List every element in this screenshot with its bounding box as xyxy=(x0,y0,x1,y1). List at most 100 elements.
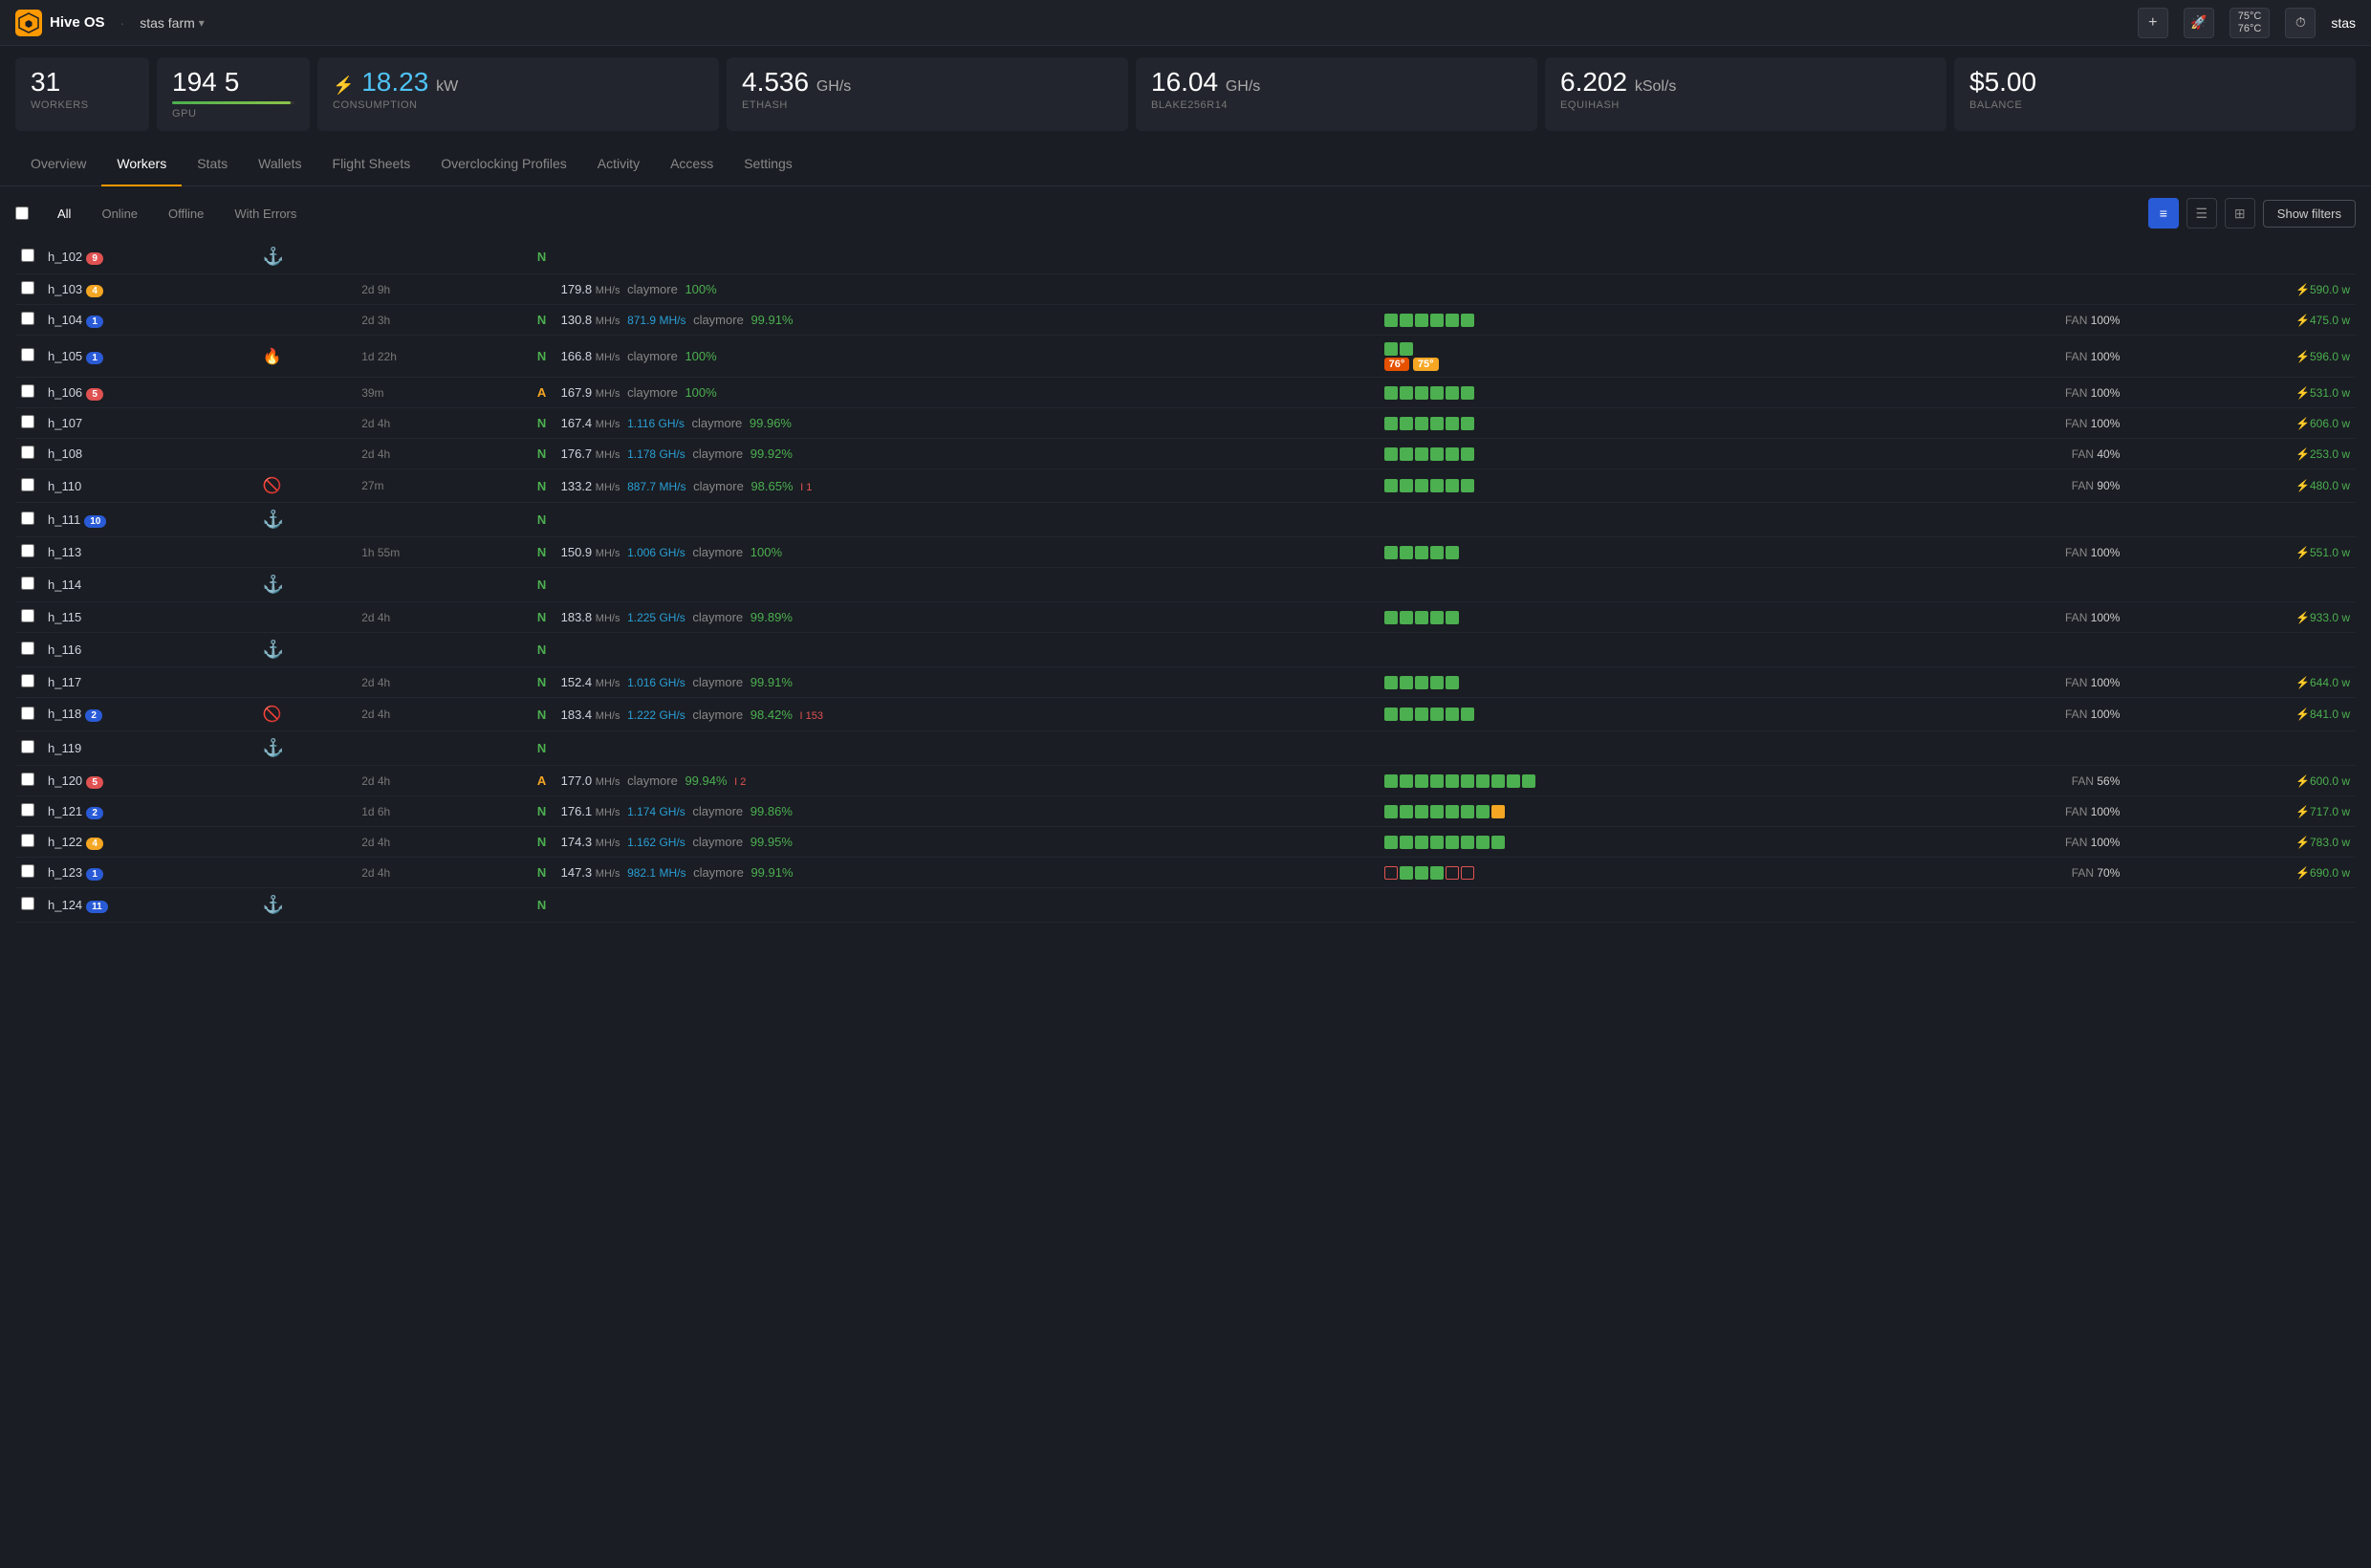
nav-settings[interactable]: Settings xyxy=(729,142,808,186)
table-row[interactable]: h_108 2d 4h N 176.7 MH/s 1.178 GH/s clay… xyxy=(15,439,2356,469)
worker-name[interactable]: h_119 xyxy=(48,741,81,755)
nav-wallets[interactable]: Wallets xyxy=(243,142,316,186)
worker-name[interactable]: h_103 xyxy=(48,282,82,296)
nav-stats[interactable]: Stats xyxy=(182,142,243,186)
filter-offline[interactable]: Offline xyxy=(155,201,217,227)
row-checkbox[interactable] xyxy=(21,834,34,847)
worker-name[interactable]: h_113 xyxy=(48,545,81,559)
row-checkbox-cell[interactable] xyxy=(15,378,42,408)
table-row[interactable]: h_1065 39m A 167.9 MH/s claymore 100% FA… xyxy=(15,378,2356,408)
row-checkbox[interactable] xyxy=(21,384,34,398)
row-checkbox[interactable] xyxy=(21,478,34,491)
row-checkbox[interactable] xyxy=(21,864,34,878)
worker-name[interactable]: h_105 xyxy=(48,349,82,363)
table-row[interactable]: h_1224 2d 4h N 174.3 MH/s 1.162 GH/s cla… xyxy=(15,827,2356,858)
worker-name[interactable]: h_121 xyxy=(48,804,82,818)
row-checkbox[interactable] xyxy=(21,740,34,753)
worker-name[interactable]: h_122 xyxy=(48,835,82,849)
row-checkbox[interactable] xyxy=(21,415,34,428)
row-checkbox-cell[interactable] xyxy=(15,274,42,305)
nav-workers[interactable]: Workers xyxy=(101,142,182,186)
row-checkbox-cell[interactable] xyxy=(15,698,42,731)
worker-name[interactable]: h_124 xyxy=(48,898,82,912)
row-checkbox[interactable] xyxy=(21,803,34,817)
table-row[interactable]: h_1051 🔥 1d 22h N 166.8 MH/s claymore 10… xyxy=(15,336,2356,378)
table-row[interactable]: h_1231 2d 4h N 147.3 MH/s 982.1 MH/s cla… xyxy=(15,858,2356,888)
row-checkbox-cell[interactable] xyxy=(15,667,42,698)
table-row[interactable]: h_114 ⚓ N xyxy=(15,568,2356,602)
row-checkbox-cell[interactable] xyxy=(15,469,42,503)
row-checkbox[interactable] xyxy=(21,348,34,361)
row-checkbox-cell[interactable] xyxy=(15,602,42,633)
row-checkbox-cell[interactable] xyxy=(15,568,42,602)
row-checkbox-cell[interactable] xyxy=(15,305,42,336)
show-filters-button[interactable]: Show filters xyxy=(2263,200,2356,228)
add-button[interactable]: + xyxy=(2138,8,2168,38)
table-row[interactable]: h_113 1h 55m N 150.9 MH/s 1.006 GH/s cla… xyxy=(15,537,2356,568)
table-row[interactable]: h_110 🚫 27m N 133.2 MH/s 887.7 MH/s clay… xyxy=(15,469,2356,503)
filter-all[interactable]: All xyxy=(44,201,84,227)
worker-name[interactable]: h_111 xyxy=(48,512,80,527)
worker-name[interactable]: h_106 xyxy=(48,385,82,400)
farm-name[interactable]: stas farm ▾ xyxy=(140,15,205,31)
filter-online[interactable]: Online xyxy=(88,201,151,227)
row-checkbox-cell[interactable] xyxy=(15,731,42,766)
row-checkbox[interactable] xyxy=(21,512,34,525)
worker-name[interactable]: h_102 xyxy=(48,250,82,264)
table-row[interactable]: h_11110 ⚓ N xyxy=(15,503,2356,537)
view-list-compact[interactable]: ☰ xyxy=(2186,198,2217,229)
row-checkbox[interactable] xyxy=(21,249,34,262)
row-checkbox[interactable] xyxy=(21,707,34,720)
row-checkbox-cell[interactable] xyxy=(15,858,42,888)
clock-button[interactable]: ⏱ xyxy=(2285,8,2316,38)
row-checkbox[interactable] xyxy=(21,281,34,294)
row-checkbox-cell[interactable] xyxy=(15,408,42,439)
row-checkbox-cell[interactable] xyxy=(15,633,42,667)
row-checkbox-cell[interactable] xyxy=(15,766,42,796)
row-checkbox-cell[interactable] xyxy=(15,439,42,469)
row-checkbox[interactable] xyxy=(21,642,34,655)
user-name[interactable]: stas xyxy=(2331,15,2356,31)
row-checkbox[interactable] xyxy=(21,446,34,459)
worker-name[interactable]: h_110 xyxy=(48,479,81,493)
table-row[interactable]: h_117 2d 4h N 152.4 MH/s 1.016 GH/s clay… xyxy=(15,667,2356,698)
row-checkbox-cell[interactable] xyxy=(15,336,42,378)
nav-activity[interactable]: Activity xyxy=(582,142,655,186)
nav-flight-sheets[interactable]: Flight Sheets xyxy=(317,142,426,186)
row-checkbox[interactable] xyxy=(21,773,34,786)
worker-name[interactable]: h_120 xyxy=(48,773,82,788)
row-checkbox[interactable] xyxy=(21,544,34,557)
worker-name[interactable]: h_123 xyxy=(48,865,82,880)
table-row[interactable]: h_119 ⚓ N xyxy=(15,731,2356,766)
rocket-button[interactable]: 🚀 xyxy=(2184,8,2214,38)
worker-name[interactable]: h_104 xyxy=(48,313,82,327)
view-list-detailed[interactable]: ≡ xyxy=(2148,198,2179,229)
view-grid[interactable]: ⊞ xyxy=(2225,198,2255,229)
nav-access[interactable]: Access xyxy=(655,142,729,186)
worker-name[interactable]: h_107 xyxy=(48,416,82,430)
filter-errors[interactable]: With Errors xyxy=(221,201,310,227)
row-checkbox-cell[interactable] xyxy=(15,503,42,537)
table-row[interactable]: h_115 2d 4h N 183.8 MH/s 1.225 GH/s clay… xyxy=(15,602,2356,633)
nav-overview[interactable]: Overview xyxy=(15,142,101,186)
worker-name[interactable]: h_114 xyxy=(48,577,81,592)
table-row[interactable]: h_1212 1d 6h N 176.1 MH/s 1.174 GH/s cla… xyxy=(15,796,2356,827)
row-checkbox-cell[interactable] xyxy=(15,888,42,923)
row-checkbox-cell[interactable] xyxy=(15,537,42,568)
row-checkbox-cell[interactable] xyxy=(15,240,42,274)
worker-name[interactable]: h_116 xyxy=(48,642,81,657)
worker-name[interactable]: h_115 xyxy=(48,610,81,624)
worker-name[interactable]: h_117 xyxy=(48,675,81,689)
table-row[interactable]: h_107 2d 4h N 167.4 MH/s 1.116 GH/s clay… xyxy=(15,408,2356,439)
table-row[interactable]: h_1034 2d 9h 179.8 MH/s claymore 100% ⚡5… xyxy=(15,274,2356,305)
table-row[interactable]: h_116 ⚓ N xyxy=(15,633,2356,667)
row-checkbox[interactable] xyxy=(21,577,34,590)
table-row[interactable]: h_1029 ⚓ N xyxy=(15,240,2356,274)
row-checkbox[interactable] xyxy=(21,674,34,687)
table-row[interactable]: h_1205 2d 4h A 177.0 MH/s claymore 99.94… xyxy=(15,766,2356,796)
table-row[interactable]: h_1041 2d 3h N 130.8 MH/s 871.9 MH/s cla… xyxy=(15,305,2356,336)
worker-name[interactable]: h_118 xyxy=(48,707,81,721)
table-row[interactable]: h_1182 🚫 2d 4h N 183.4 MH/s 1.222 GH/s c… xyxy=(15,698,2356,731)
row-checkbox[interactable] xyxy=(21,897,34,910)
row-checkbox[interactable] xyxy=(21,609,34,622)
